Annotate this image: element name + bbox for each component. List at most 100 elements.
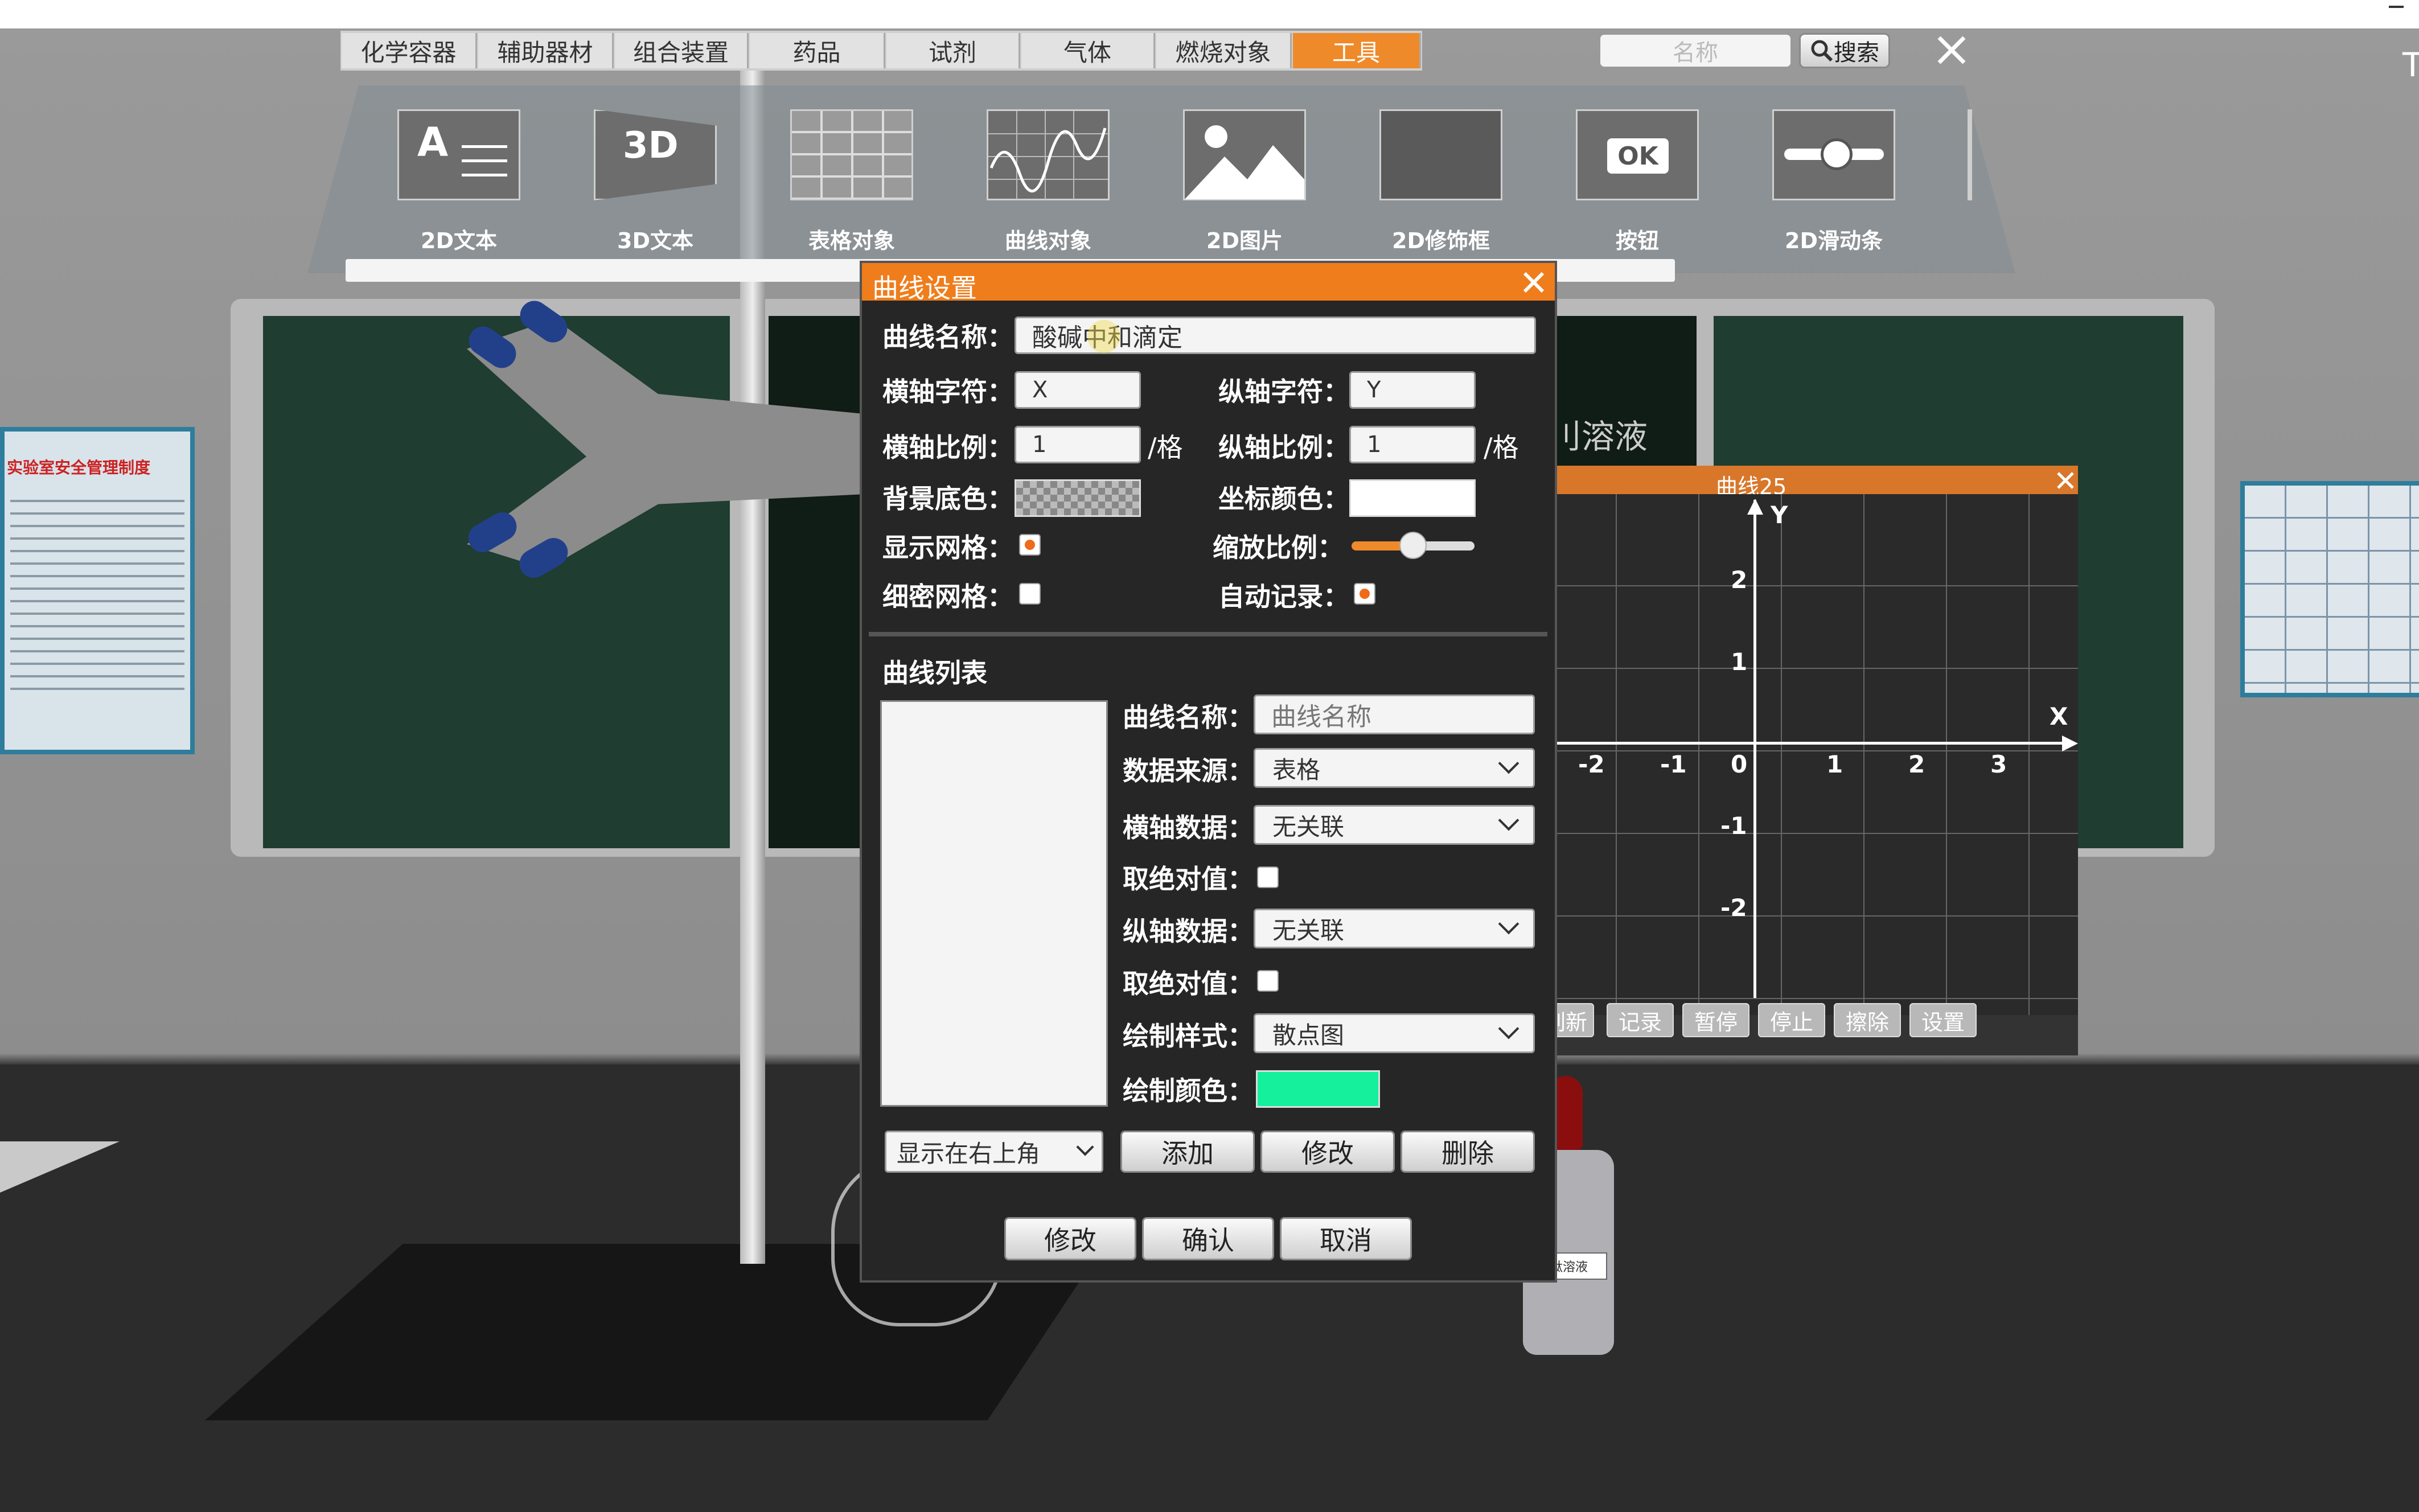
graph-pause-button[interactable]: 暂停 xyxy=(1682,1003,1749,1037)
curve-list-box[interactable] xyxy=(880,700,1108,1107)
add-curve-button[interactable]: 添加 xyxy=(1120,1131,1255,1173)
tool-label-3d-text: 3D文本 xyxy=(617,228,693,253)
bg-color-swatch[interactable] xyxy=(1015,479,1141,517)
tab-tools[interactable]: 工具 xyxy=(1293,33,1421,68)
search-icon xyxy=(1811,40,1833,62)
x-tick-label: 0 xyxy=(1731,750,1748,778)
position-select[interactable]: 显示在右上角 xyxy=(885,1131,1103,1173)
x-scale-input[interactable]: 1 xyxy=(1015,426,1141,463)
position-value: 显示在右上角 xyxy=(897,1139,1041,1168)
tab-auxiliary-equipment[interactable]: 辅助器材 xyxy=(478,33,614,68)
chevron-down-icon xyxy=(1076,1138,1094,1156)
tab-gases[interactable]: 气体 xyxy=(1021,33,1155,68)
graph-close-icon[interactable] xyxy=(2056,471,2075,490)
tab-combined-devices[interactable]: 组合装置 xyxy=(615,33,749,68)
wall-table-poster xyxy=(2240,481,2419,697)
show-grid-checkbox[interactable] xyxy=(1019,534,1041,556)
x-data-label: 横轴数据： xyxy=(1123,812,1254,843)
y-axis-letter: Y xyxy=(1771,501,1788,529)
x-char-input[interactable]: X xyxy=(1015,371,1141,409)
safety-poster-title: 实验室安全管理制度 xyxy=(7,458,151,477)
graph-settings-button[interactable]: 设置 xyxy=(1909,1003,1977,1037)
abs-value-label-2: 取绝对值： xyxy=(1123,968,1254,999)
ok-button-icon: OK xyxy=(1607,138,1669,174)
dialog-close-icon[interactable] xyxy=(1522,271,1545,294)
x-tick-label: -1 xyxy=(1660,750,1687,778)
y-scale-input[interactable]: 1 xyxy=(1349,426,1476,463)
search-button[interactable]: 搜索 xyxy=(1799,33,1890,68)
auto-record-checkbox[interactable] xyxy=(1354,583,1375,605)
draw-color-label: 绘制颜色： xyxy=(1123,1075,1254,1106)
graph-record-button[interactable]: 记录 xyxy=(1607,1003,1674,1037)
draw-color-swatch[interactable] xyxy=(1256,1070,1380,1108)
y-data-select[interactable]: 无关联 xyxy=(1254,909,1535,948)
abs-value-checkbox-2[interactable] xyxy=(1257,970,1279,992)
delete-curve-button[interactable]: 删除 xyxy=(1401,1131,1535,1173)
search-input[interactable]: 名称 xyxy=(1599,33,1792,68)
partial-right-char: T xyxy=(2402,46,2419,84)
y-axis xyxy=(1753,500,1756,998)
x-tick-label: 1 xyxy=(1826,750,1843,778)
abs-value-checkbox-1[interactable] xyxy=(1257,866,1279,888)
modify-button[interactable]: 修改 xyxy=(1004,1217,1136,1260)
tool-label-slider: 2D滑动条 xyxy=(1785,228,1883,253)
text-lines-icon xyxy=(462,134,507,179)
chevron-down-icon xyxy=(1498,1018,1519,1040)
cancel-button[interactable]: 取消 xyxy=(1280,1217,1412,1260)
tool-2d-image[interactable] xyxy=(1183,109,1306,200)
tool-label-button: 按钮 xyxy=(1615,228,1659,253)
y-data-value: 无关联 xyxy=(1272,916,1345,944)
zoom-slider-knob[interactable] xyxy=(1399,532,1427,559)
tool-partial-next[interactable] xyxy=(1968,109,1972,200)
draw-style-select[interactable]: 散点图 xyxy=(1254,1013,1535,1053)
graph-stop-button[interactable]: 停止 xyxy=(1758,1003,1825,1037)
edit-curve-button[interactable]: 修改 xyxy=(1260,1131,1395,1173)
zoom-label: 缩放比例： xyxy=(1213,532,1344,563)
image-icon xyxy=(1185,125,1304,199)
abs-value-label-1: 取绝对值： xyxy=(1123,864,1254,894)
graph-panel: 曲线25 Y X -2 -1 0 1 2 3 2 1 -1 -2 xyxy=(1537,466,2078,1055)
graph-titlebar[interactable] xyxy=(1537,466,2078,494)
y-tick-label: 2 xyxy=(1731,566,1748,594)
chevron-down-icon xyxy=(1498,913,1519,935)
tab-drugs[interactable]: 药品 xyxy=(750,33,885,68)
text2d-icon: A xyxy=(417,119,449,166)
source-select[interactable]: 表格 xyxy=(1254,748,1535,788)
source-value: 表格 xyxy=(1272,755,1321,784)
tool-label-image: 2D图片 xyxy=(1206,228,1283,253)
search-button-label: 搜索 xyxy=(1834,40,1879,66)
safety-poster: 实验室安全管理制度 xyxy=(0,427,195,754)
bg-color-label: 背景底色： xyxy=(882,483,1013,514)
y-axis-arrow-icon xyxy=(1747,499,1763,515)
top-bar xyxy=(0,0,2419,28)
x-data-select[interactable]: 无关联 xyxy=(1254,805,1535,845)
tool-2d-text[interactable]: A xyxy=(397,109,520,200)
tool-table-object[interactable] xyxy=(790,109,913,200)
cursor-highlight xyxy=(1087,320,1120,353)
x-scale-label: 横轴比例： xyxy=(882,432,1013,463)
text3d-icon: 3D xyxy=(623,125,679,167)
dialog-title: 曲线设置 xyxy=(872,273,977,303)
close-toolbar-icon[interactable] xyxy=(1936,34,1968,66)
tab-combustion-objects[interactable]: 燃烧对象 xyxy=(1156,33,1292,68)
tool-curve-object[interactable] xyxy=(987,109,1110,200)
fine-grid-checkbox[interactable] xyxy=(1019,583,1041,605)
y-char-input[interactable]: Y xyxy=(1349,371,1476,409)
tool-2d-slider[interactable] xyxy=(1772,109,1895,200)
tool-2d-frame[interactable] xyxy=(1379,109,1502,200)
tool-button[interactable]: OK xyxy=(1576,109,1699,200)
wave-chart-icon xyxy=(988,111,1108,199)
draw-style-value: 散点图 xyxy=(1272,1021,1345,1049)
auto-record-label: 自动记录： xyxy=(1218,581,1349,612)
x-char-value: X xyxy=(1032,377,1048,403)
x-axis xyxy=(1537,742,2072,745)
tab-reagents[interactable]: 试剂 xyxy=(886,33,1020,68)
item-name-input[interactable]: 曲线名称 xyxy=(1254,695,1535,734)
confirm-button[interactable]: 确认 xyxy=(1142,1217,1274,1260)
curve-list-title: 曲线列表 xyxy=(882,658,987,688)
window-minimize-icon[interactable] xyxy=(2389,6,2404,8)
y-data-label: 纵轴数据： xyxy=(1123,916,1254,947)
graph-erase-button[interactable]: 擦除 xyxy=(1834,1003,1901,1037)
tab-chemical-containers[interactable]: 化学容器 xyxy=(342,33,477,68)
axis-color-swatch[interactable] xyxy=(1349,479,1476,517)
